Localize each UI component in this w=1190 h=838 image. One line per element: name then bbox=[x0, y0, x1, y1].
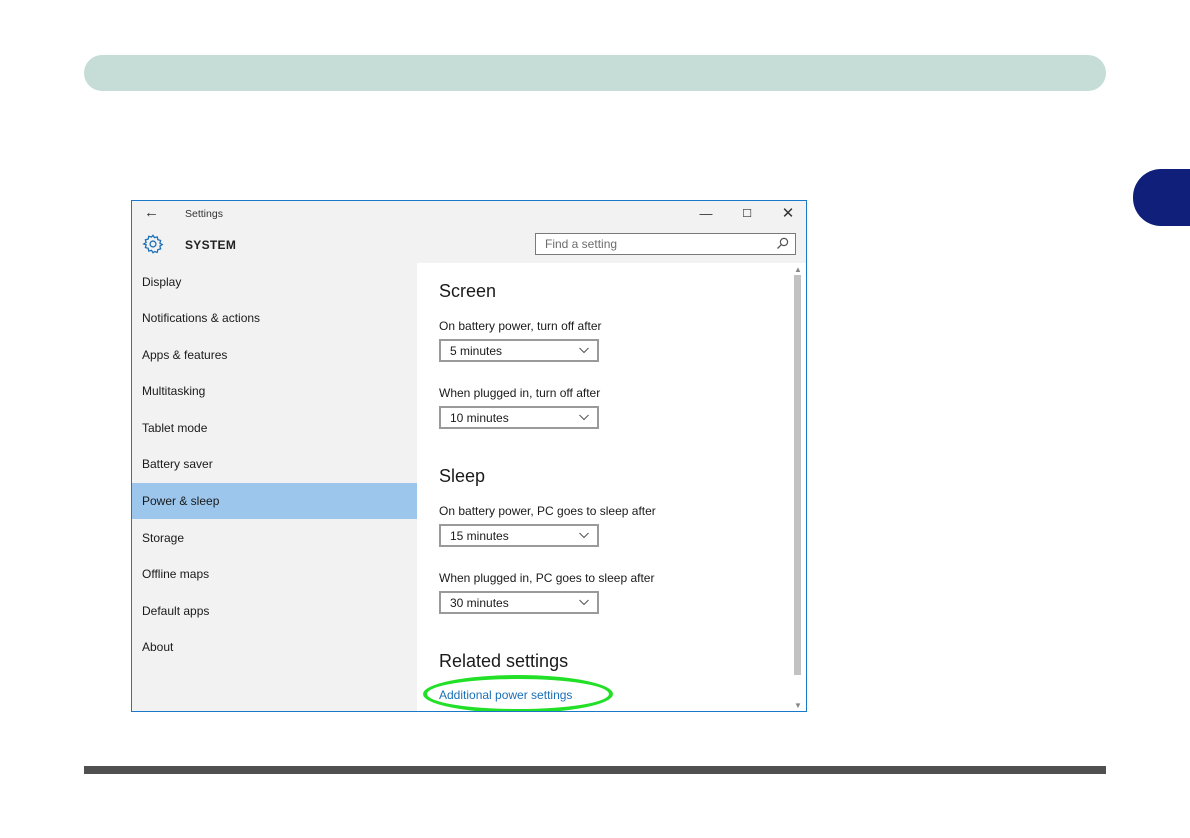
settings-window: ← Settings — ☐ ✕ SYSTEM Display Notifica… bbox=[131, 200, 807, 712]
title-bar: ← Settings — ☐ ✕ bbox=[132, 201, 806, 227]
gear-icon bbox=[142, 234, 164, 254]
sidebar-item-battery-saver[interactable]: Battery saver bbox=[132, 446, 417, 482]
dropdown-value: 15 minutes bbox=[450, 529, 509, 543]
sidebar-item-default-apps[interactable]: Default apps bbox=[132, 593, 417, 629]
page-footer-rule bbox=[84, 766, 1106, 774]
sidebar-item-tablet-mode[interactable]: Tablet mode bbox=[132, 410, 417, 446]
related-settings-title: Related settings bbox=[439, 651, 569, 671]
dropdown-value: 10 minutes bbox=[450, 411, 509, 425]
sleep-battery-label: On battery power, PC goes to sleep after bbox=[439, 504, 656, 518]
chapter-tab bbox=[1133, 169, 1190, 226]
scrollbar-thumb[interactable] bbox=[794, 275, 801, 675]
sidebar: Display Notifications & actions Apps & f… bbox=[132, 263, 417, 711]
maximize-button[interactable]: ☐ bbox=[735, 204, 759, 224]
chevron-down-icon bbox=[579, 599, 589, 606]
settings-header: SYSTEM bbox=[132, 227, 806, 263]
search-icon[interactable] bbox=[776, 237, 789, 250]
dropdown-value: 30 minutes bbox=[450, 596, 509, 610]
sidebar-item-display[interactable]: Display bbox=[132, 264, 417, 300]
close-button[interactable]: ✕ bbox=[776, 204, 800, 224]
scroll-down-icon[interactable]: ▼ bbox=[794, 701, 802, 710]
window-title: Settings bbox=[185, 208, 223, 220]
chevron-down-icon bbox=[579, 347, 589, 354]
sidebar-item-multitasking[interactable]: Multitasking bbox=[132, 373, 417, 409]
dropdown-value: 5 minutes bbox=[450, 344, 503, 358]
sidebar-item-power-sleep[interactable]: Power & sleep bbox=[132, 483, 417, 519]
screen-section-title: Screen bbox=[439, 281, 497, 301]
page-header-bar bbox=[84, 55, 1106, 91]
sidebar-item-notifications[interactable]: Notifications & actions bbox=[132, 300, 417, 336]
sidebar-item-about[interactable]: About bbox=[132, 629, 417, 665]
sleep-plugged-label: When plugged in, PC goes to sleep after bbox=[439, 571, 655, 585]
sidebar-item-apps[interactable]: Apps & features bbox=[132, 337, 417, 373]
search-box[interactable] bbox=[535, 233, 796, 255]
screen-battery-label: On battery power, turn off after bbox=[439, 319, 602, 333]
chevron-down-icon bbox=[579, 532, 589, 539]
sidebar-item-storage[interactable]: Storage bbox=[132, 520, 417, 556]
minimize-button[interactable]: — bbox=[694, 204, 718, 224]
sleep-plugged-dropdown[interactable]: 30 minutes bbox=[439, 591, 599, 614]
main-content: Screen On battery power, turn off after … bbox=[417, 263, 806, 711]
section-label: SYSTEM bbox=[185, 238, 237, 252]
screen-battery-dropdown[interactable]: 5 minutes bbox=[439, 339, 599, 362]
arrow-left-icon[interactable]: ← bbox=[144, 204, 159, 221]
sleep-battery-dropdown[interactable]: 15 minutes bbox=[439, 524, 599, 547]
search-input[interactable] bbox=[536, 234, 775, 254]
scrollbar[interactable]: ▲ ▼ bbox=[790, 263, 806, 711]
sidebar-item-offline-maps[interactable]: Offline maps bbox=[132, 556, 417, 592]
scroll-up-icon[interactable]: ▲ bbox=[794, 265, 802, 274]
sleep-section-title: Sleep bbox=[439, 466, 486, 486]
additional-power-settings-link[interactable]: Additional power settings bbox=[439, 688, 572, 702]
screen-plugged-label: When plugged in, turn off after bbox=[439, 386, 601, 400]
screen-plugged-dropdown[interactable]: 10 minutes bbox=[439, 406, 599, 429]
chevron-down-icon bbox=[579, 414, 589, 421]
